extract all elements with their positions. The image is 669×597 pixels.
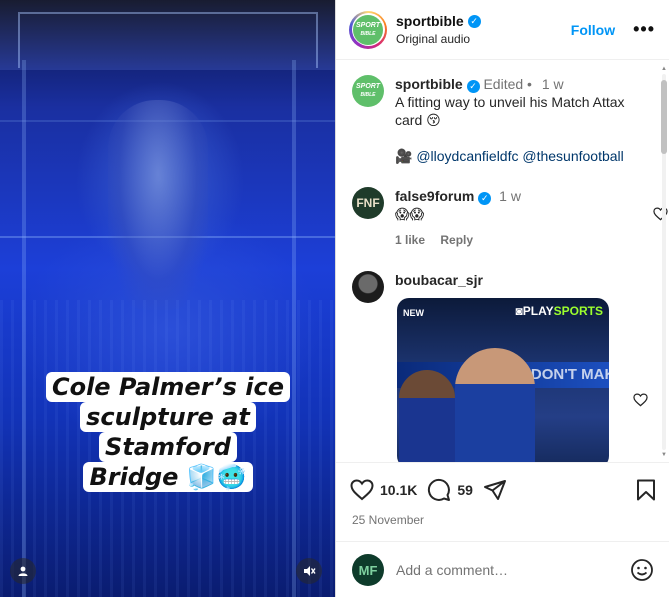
verified-badge-icon: ✓: [466, 79, 480, 93]
mention-thesunfootball[interactable]: @thesunfootball: [522, 148, 623, 164]
verified-badge-icon: ✓: [467, 14, 481, 28]
author-username[interactable]: sportbible ✓: [396, 13, 481, 29]
ice-frame: [18, 12, 318, 68]
post-actions-footer: 10.1K 59 25 November MF Add a comment…: [336, 462, 669, 586]
camera-emoji-icon: 🎥: [395, 148, 413, 164]
follow-button[interactable]: Follow: [571, 22, 615, 38]
gif-player-center: [455, 348, 535, 462]
post-age[interactable]: 1 w: [542, 76, 564, 92]
person-icon: [18, 566, 28, 576]
caption-author-avatar[interactable]: SPORT BIBLE: [352, 75, 384, 107]
like-button[interactable]: [350, 479, 374, 501]
edited-label: Edited: [483, 76, 524, 92]
comment-likes[interactable]: 1 like: [395, 233, 425, 247]
comments-scroll-area[interactable]: SPORT BIBLE sportbible ✓ Edited • 1 w A …: [336, 61, 669, 462]
reply-button[interactable]: Reply: [440, 233, 473, 247]
author-avatar[interactable]: SPORT BIBLE: [349, 10, 387, 49]
caption-credits: 🎥 @lloydcanfieldfc @thesunfootball: [395, 147, 648, 165]
ice-cold-emoji: 🧊🥶: [186, 463, 247, 491]
paper-plane-icon: [483, 480, 506, 500]
commenter-username[interactable]: boubacar_sjr: [395, 272, 483, 288]
sportbible-logo: SPORT BIBLE: [353, 14, 383, 45]
bookmark-icon: [637, 479, 655, 501]
emoji-picker-button[interactable]: [630, 558, 654, 582]
post-caption: SPORT BIBLE sportbible ✓ Edited • 1 w A …: [352, 75, 648, 165]
caption-line-3: Bridge 🧊🥶: [83, 462, 253, 492]
share-button[interactable]: [483, 479, 507, 501]
caption-line-1: Cole Palmer’s ice: [45, 372, 291, 402]
playsports-logo: ◙PLAYSPORTS: [515, 304, 604, 318]
current-user-avatar[interactable]: MF: [352, 554, 384, 586]
post-header: SPORT BIBLE sportbible ✓ Original audio …: [336, 0, 669, 60]
commenter-username[interactable]: false9forum: [395, 188, 474, 204]
more-options-icon[interactable]: •••: [633, 19, 655, 40]
instagram-post-view: Cole Palmer’s ice sculpture at Stamford …: [0, 0, 669, 597]
smiley-icon: [631, 559, 653, 581]
comments-scrollbar[interactable]: ▲ ▼: [661, 66, 667, 458]
gif-new-tag: NEW: [403, 308, 424, 318]
comment-bubble-icon: [428, 478, 451, 501]
scrollbar-thumb[interactable]: [661, 80, 667, 154]
like-count[interactable]: 10.1K: [380, 482, 417, 498]
add-comment-bar: MF: [336, 541, 669, 597]
caption-username[interactable]: sportbible: [395, 76, 463, 92]
ice-sculpture-face: [108, 100, 208, 310]
comment-age[interactable]: 1 w: [499, 188, 521, 204]
heart-outline-icon: [350, 479, 374, 501]
scroll-down-arrow-icon[interactable]: ▼: [661, 452, 667, 458]
verified-badge-icon: ✓: [478, 191, 492, 205]
commenter-avatar[interactable]: FNF: [352, 187, 384, 219]
comment-gif[interactable]: NEW ◙PLAYSPORTS THEY DON'T MAK: [397, 298, 609, 462]
comment-text: 😱😱: [395, 206, 425, 222]
mention-lloydcanfieldfc[interactable]: @lloydcanfieldfc: [416, 148, 518, 164]
comment-item: FNF false9forum ✓ 1 w 😱😱 1 like Reply: [352, 187, 668, 249]
caption-line-2: sculpture at Stamford: [80, 402, 256, 462]
comment-button[interactable]: [427, 478, 451, 502]
comment-count[interactable]: 59: [457, 482, 473, 498]
like-comment-button[interactable]: [632, 393, 648, 409]
commenter-avatar[interactable]: [352, 271, 384, 303]
gif-player-left: [399, 370, 455, 462]
post-side-panel: SPORT BIBLE sportbible ✓ Original audio …: [335, 0, 669, 597]
save-button[interactable]: [636, 479, 656, 501]
comment-input[interactable]: [396, 562, 630, 578]
caption-text: A fitting way to unveil his Match Attax …: [395, 94, 625, 128]
post-date[interactable]: 25 November: [336, 513, 669, 527]
heart-outline-icon: [632, 393, 648, 407]
kiss-emoji: 😚: [426, 112, 441, 128]
mute-button[interactable]: [296, 558, 322, 584]
reel-video[interactable]: Cole Palmer’s ice sculpture at Stamford …: [0, 0, 335, 597]
scroll-up-arrow-icon[interactable]: ▲: [661, 66, 667, 72]
audio-label[interactable]: Original audio: [396, 32, 571, 46]
video-caption: Cole Palmer’s ice sculpture at Stamford …: [18, 372, 318, 492]
speaker-muted-icon: [304, 566, 316, 576]
tagged-user-button[interactable]: [10, 558, 36, 584]
